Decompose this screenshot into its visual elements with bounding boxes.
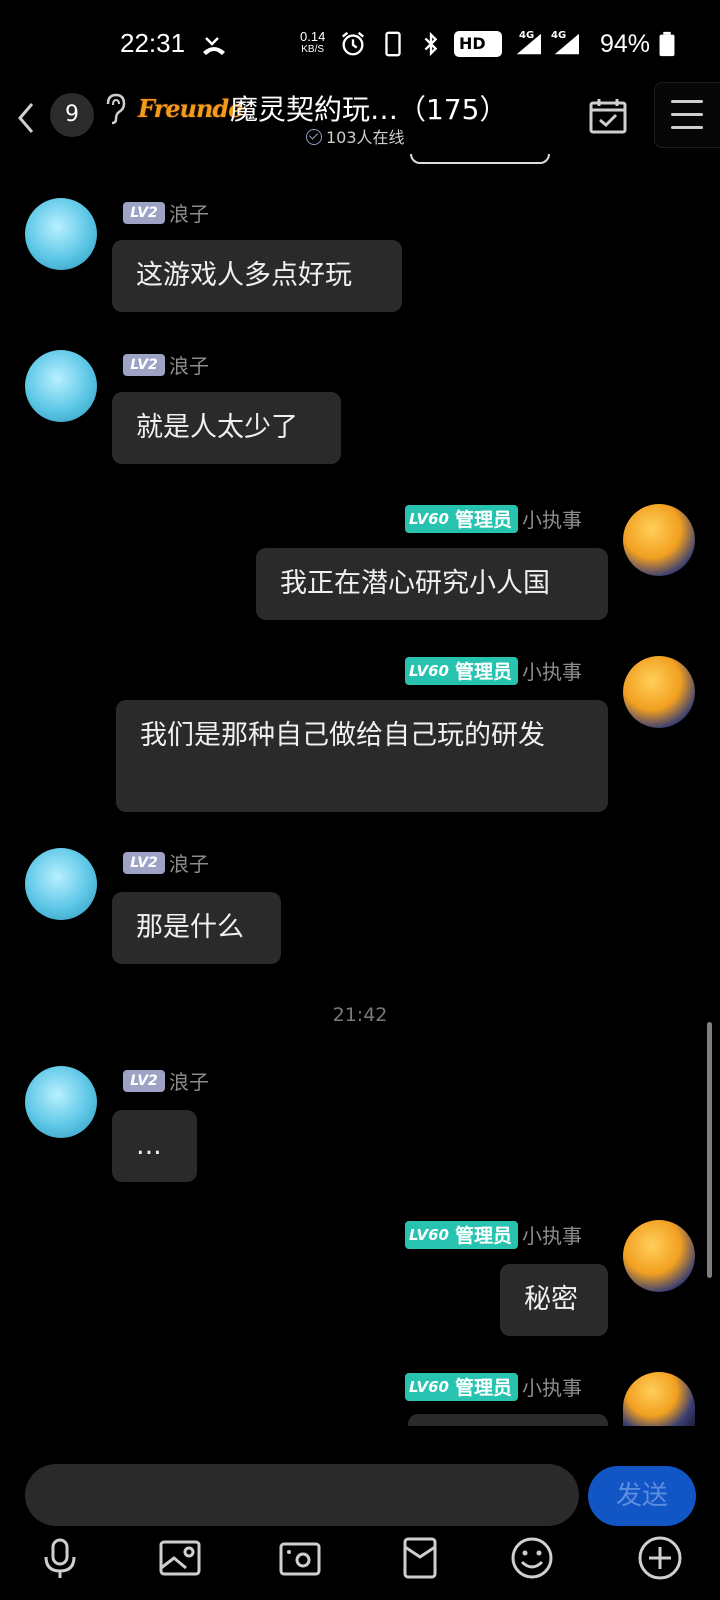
level-badge: LV2 bbox=[123, 353, 165, 376]
sender-name[interactable]: 小执事 bbox=[522, 1372, 582, 1401]
level-role-badge: LV60 管理员 bbox=[405, 656, 518, 685]
missed-call-icon bbox=[203, 37, 225, 55]
chat-header: 9 Freunde 魔灵契約玩…（175） 103人在线 bbox=[0, 82, 720, 152]
hd-icon: HD bbox=[454, 31, 502, 57]
group-title[interactable]: 魔灵契約玩…（175） bbox=[230, 88, 507, 128]
sender-name[interactable]: 小执事 bbox=[522, 656, 582, 685]
avatar[interactable] bbox=[25, 198, 97, 270]
sender-meta: LV2 浪子 bbox=[123, 198, 209, 227]
avatar[interactable] bbox=[623, 1372, 695, 1426]
calendar-check-icon[interactable] bbox=[588, 96, 628, 136]
message-input[interactable] bbox=[25, 1464, 579, 1526]
avatar[interactable] bbox=[623, 656, 695, 728]
sender-name[interactable]: 小执事 bbox=[522, 1220, 582, 1249]
input-bar: 发送 bbox=[0, 1426, 720, 1600]
message-bubble[interactable]: ... bbox=[112, 1110, 197, 1182]
back-arrow-icon[interactable] bbox=[10, 98, 44, 138]
send-button[interactable]: 发送 bbox=[588, 1466, 696, 1526]
status-bar: 22:31 0.14 KB/S HD 4G 4G 94% bbox=[0, 0, 720, 88]
alarm-icon bbox=[342, 31, 364, 56]
online-count: 103人在线 bbox=[306, 124, 405, 148]
level-badge: LV2 bbox=[123, 201, 165, 224]
sender-name[interactable]: 小执事 bbox=[522, 504, 582, 533]
scrollbar[interactable] bbox=[707, 1022, 712, 1278]
avatar[interactable] bbox=[25, 350, 97, 422]
message-bubble[interactable]: 秘密 bbox=[500, 1264, 608, 1336]
bluetooth-icon bbox=[424, 31, 438, 57]
avatar[interactable] bbox=[623, 1220, 695, 1292]
avatar[interactable] bbox=[623, 504, 695, 576]
sender-name[interactable]: 浪子 bbox=[169, 848, 209, 877]
phone-icon bbox=[385, 31, 401, 57]
level-role-badge: LV60 管理员 bbox=[405, 1372, 518, 1401]
message-bubble[interactable]: 就是人太少了 bbox=[112, 392, 341, 464]
previous-message-edge bbox=[410, 154, 550, 164]
message-bubble[interactable]: 那是什么 bbox=[112, 892, 281, 964]
time-separator: 21:42 bbox=[332, 1004, 388, 1026]
menu-icon bbox=[671, 100, 703, 103]
message-bubble[interactable]: 我们是那种自己做给自己玩的研发 bbox=[116, 700, 608, 812]
network-speed: 0.14 KB/S bbox=[300, 29, 326, 55]
microphone-icon[interactable] bbox=[36, 1534, 84, 1582]
menu-button[interactable] bbox=[654, 82, 720, 148]
verified-icon bbox=[306, 129, 322, 145]
status-time: 22:31 bbox=[120, 28, 186, 58]
message-bubble[interactable] bbox=[408, 1414, 608, 1426]
avatar[interactable] bbox=[25, 1066, 97, 1138]
plus-icon[interactable] bbox=[636, 1534, 684, 1582]
level-role-badge: LV60 管理员 bbox=[405, 504, 518, 533]
red-packet-icon[interactable] bbox=[396, 1534, 444, 1582]
avatar[interactable] bbox=[25, 848, 97, 920]
group-logo: Freunde bbox=[138, 94, 243, 123]
ear-icon[interactable] bbox=[102, 92, 128, 126]
level-badge: LV2 bbox=[123, 851, 165, 874]
sender-name[interactable]: 浪子 bbox=[169, 198, 209, 227]
sender-meta: LV60 管理员 小执事 bbox=[405, 504, 582, 533]
sender-meta: LV60 管理员 小执事 bbox=[405, 1220, 582, 1249]
level-badge: LV2 bbox=[123, 1069, 165, 1092]
sender-name[interactable]: 浪子 bbox=[169, 1066, 209, 1095]
level-role-badge: LV60 管理员 bbox=[405, 1220, 518, 1249]
battery-icon bbox=[659, 31, 675, 57]
sender-meta: LV2 浪子 bbox=[123, 1066, 209, 1095]
message-bubble[interactable]: 我正在潜心研究小人国 bbox=[256, 548, 608, 620]
battery-percent: 94% bbox=[600, 30, 651, 58]
sender-meta: LV60 管理员 小执事 bbox=[405, 1372, 582, 1401]
emoji-icon[interactable] bbox=[508, 1534, 556, 1582]
unread-count-badge[interactable]: 9 bbox=[50, 93, 94, 137]
sender-meta: LV2 浪子 bbox=[123, 848, 209, 877]
sender-meta: LV2 浪子 bbox=[123, 350, 209, 379]
image-icon[interactable] bbox=[156, 1534, 204, 1582]
message-bubble[interactable]: 这游戏人多点好玩 bbox=[112, 240, 402, 312]
sender-name[interactable]: 浪子 bbox=[169, 350, 209, 379]
camera-icon[interactable] bbox=[276, 1534, 324, 1582]
sender-meta: LV60 管理员 小执事 bbox=[405, 656, 582, 685]
